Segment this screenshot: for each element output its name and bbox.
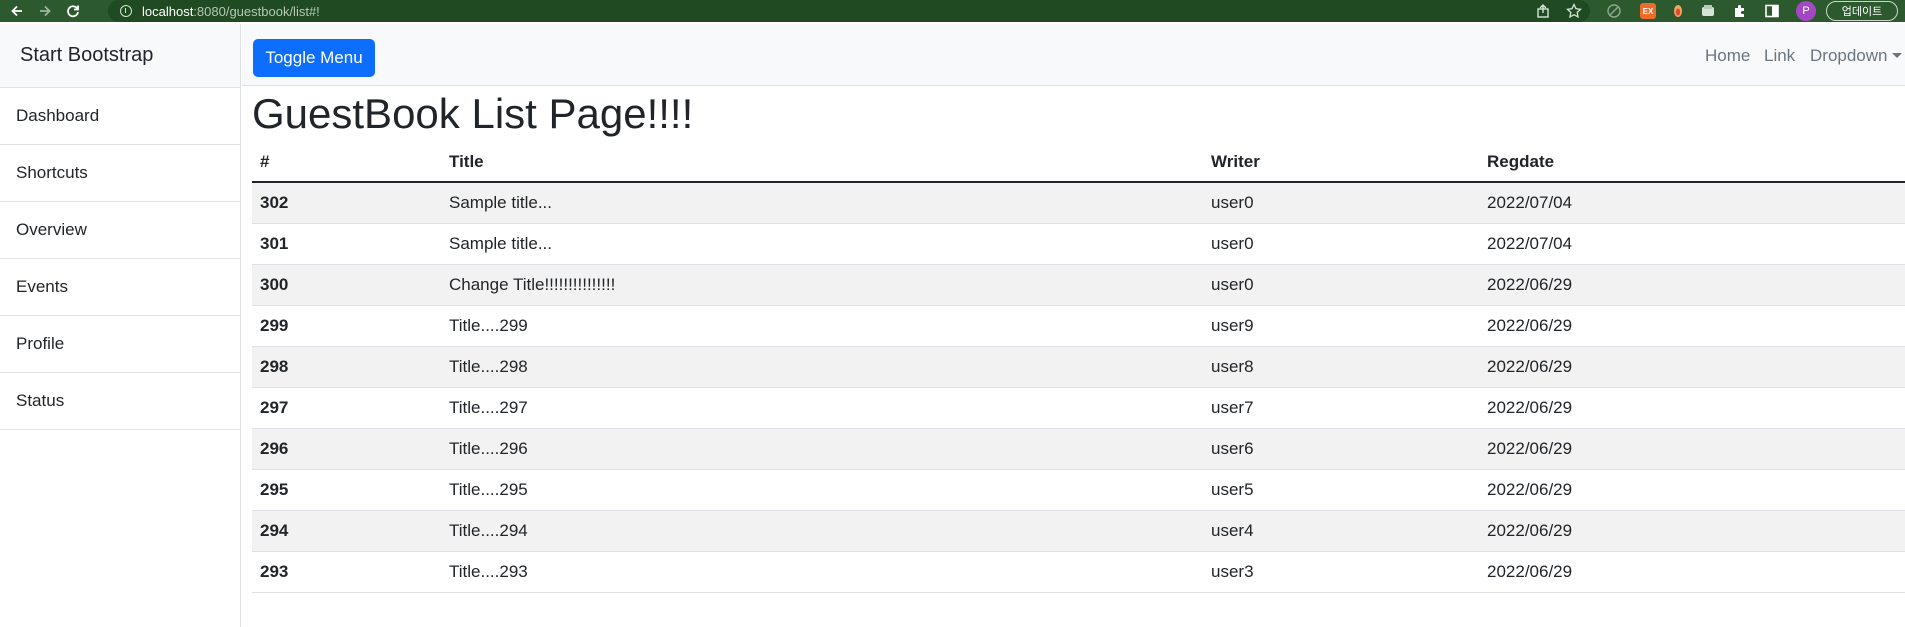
cell-title: Change Title!!!!!!!!!!!!!!! bbox=[441, 264, 1203, 306]
table-row[interactable]: 294 Title....294 user4 2022/06/29 bbox=[252, 510, 1905, 552]
cell-number: 293 bbox=[252, 551, 441, 593]
table-row[interactable]: 295 Title....295 user5 2022/06/29 bbox=[252, 469, 1905, 511]
address-bar[interactable]: localhost:8080/guestbook/list#! bbox=[108, 0, 1590, 22]
caret-down-icon bbox=[1891, 53, 1902, 58]
cell-title: Title....293 bbox=[441, 551, 1203, 593]
table-row[interactable]: 297 Title....297 user7 2022/06/29 bbox=[252, 387, 1905, 429]
nav-link-home[interactable]: Home bbox=[1705, 46, 1750, 66]
extension-icon[interactable] bbox=[1700, 3, 1716, 19]
cell-writer: user5 bbox=[1203, 469, 1479, 511]
info-icon[interactable] bbox=[120, 5, 132, 17]
sidebar-item-profile[interactable]: Profile bbox=[0, 316, 240, 373]
column-header-number: # bbox=[252, 142, 441, 183]
sidebar-item-shortcuts[interactable]: Shortcuts bbox=[0, 145, 240, 202]
table-row[interactable]: 302 Sample title... user0 2022/07/04 bbox=[252, 182, 1905, 224]
profile-avatar[interactable]: P bbox=[1796, 1, 1816, 21]
url-host: localhost bbox=[142, 3, 194, 19]
table-row[interactable]: 300 Change Title!!!!!!!!!!!!!!! user0 20… bbox=[252, 264, 1905, 306]
nav-link-link[interactable]: Link bbox=[1764, 46, 1795, 66]
cell-regdate: 2022/06/29 bbox=[1479, 346, 1905, 388]
cell-title: Sample title... bbox=[441, 182, 1203, 224]
sidebar-item-events[interactable]: Events bbox=[0, 259, 240, 316]
cell-regdate: 2022/06/29 bbox=[1479, 510, 1905, 552]
table-row[interactable]: 299 Title....299 user9 2022/06/29 bbox=[252, 305, 1905, 347]
cell-number: 301 bbox=[252, 223, 441, 265]
reload-icon[interactable] bbox=[62, 0, 84, 22]
update-button[interactable]: 업데이트 bbox=[1826, 1, 1898, 21]
star-icon[interactable] bbox=[1566, 3, 1582, 19]
sidebar-icon[interactable] bbox=[1764, 3, 1780, 19]
table-row[interactable]: 301 Sample title... user0 2022/07/04 bbox=[252, 223, 1905, 265]
cell-number: 297 bbox=[252, 387, 441, 429]
cell-writer: user6 bbox=[1203, 428, 1479, 470]
cell-writer: user9 bbox=[1203, 305, 1479, 347]
cell-writer: user0 bbox=[1203, 182, 1479, 224]
cell-writer: user3 bbox=[1203, 551, 1479, 593]
url-path: :8080/guestbook/list#! bbox=[193, 3, 320, 19]
cell-regdate: 2022/06/29 bbox=[1479, 387, 1905, 429]
sidebar-heading[interactable]: Start Bootstrap bbox=[0, 24, 240, 88]
column-header-regdate: Regdate bbox=[1479, 142, 1905, 183]
cell-title: Title....299 bbox=[441, 305, 1203, 347]
back-icon[interactable] bbox=[6, 0, 28, 22]
sidebar-item-status[interactable]: Status bbox=[0, 373, 240, 430]
toggle-menu-button[interactable]: Toggle Menu bbox=[253, 39, 375, 77]
sidebar-item-dashboard[interactable]: Dashboard bbox=[0, 88, 240, 145]
cell-regdate: 2022/06/29 bbox=[1479, 551, 1905, 593]
cell-number: 300 bbox=[252, 264, 441, 306]
cell-regdate: 2022/07/04 bbox=[1479, 223, 1905, 265]
cell-title: Title....295 bbox=[441, 469, 1203, 511]
sidebar: Start Bootstrap Dashboard Shortcuts Over… bbox=[0, 24, 241, 627]
page-title: GuestBook List Page!!!! bbox=[252, 90, 694, 137]
cell-writer: user7 bbox=[1203, 387, 1479, 429]
nav-dropdown[interactable]: Dropdown bbox=[1810, 46, 1902, 66]
column-header-title: Title bbox=[441, 142, 1203, 183]
cell-number: 298 bbox=[252, 346, 441, 388]
extension-icon[interactable] bbox=[1670, 3, 1686, 19]
cell-number: 296 bbox=[252, 428, 441, 470]
table-row[interactable]: 298 Title....298 user8 2022/06/29 bbox=[252, 346, 1905, 388]
cell-writer: user0 bbox=[1203, 264, 1479, 306]
cell-regdate: 2022/06/29 bbox=[1479, 305, 1905, 347]
extension-icon[interactable]: EX bbox=[1640, 3, 1656, 19]
cell-number: 302 bbox=[252, 182, 441, 224]
cell-number: 294 bbox=[252, 510, 441, 552]
table-header-row: # Title Writer Regdate bbox=[252, 142, 1905, 183]
table-row[interactable]: 296 Title....296 user6 2022/06/29 bbox=[252, 428, 1905, 470]
guestbook-table: # Title Writer Regdate 302 Sample title.… bbox=[252, 142, 1905, 593]
forward-icon[interactable] bbox=[34, 0, 56, 22]
top-navbar: Toggle Menu Home Link Dropdown bbox=[242, 24, 1905, 86]
table-row[interactable]: 293 Title....293 user3 2022/06/29 bbox=[252, 551, 1905, 593]
cell-number: 299 bbox=[252, 305, 441, 347]
nav-dropdown-label: Dropdown bbox=[1810, 46, 1888, 65]
share-icon[interactable] bbox=[1535, 3, 1551, 19]
puzzle-icon[interactable] bbox=[1732, 3, 1748, 19]
cell-title: Sample title... bbox=[441, 223, 1203, 265]
extension-icon[interactable] bbox=[1606, 3, 1622, 19]
cell-title: Title....296 bbox=[441, 428, 1203, 470]
cell-title: Title....294 bbox=[441, 510, 1203, 552]
cell-regdate: 2022/07/04 bbox=[1479, 182, 1905, 224]
cell-title: Title....297 bbox=[441, 387, 1203, 429]
column-header-writer: Writer bbox=[1203, 142, 1479, 183]
cell-writer: user0 bbox=[1203, 223, 1479, 265]
cell-title: Title....298 bbox=[441, 346, 1203, 388]
cell-regdate: 2022/06/29 bbox=[1479, 469, 1905, 511]
cell-number: 295 bbox=[252, 469, 441, 511]
sidebar-item-overview[interactable]: Overview bbox=[0, 202, 240, 259]
cell-regdate: 2022/06/29 bbox=[1479, 428, 1905, 470]
cell-regdate: 2022/06/29 bbox=[1479, 264, 1905, 306]
cell-writer: user8 bbox=[1203, 346, 1479, 388]
cell-writer: user4 bbox=[1203, 510, 1479, 552]
